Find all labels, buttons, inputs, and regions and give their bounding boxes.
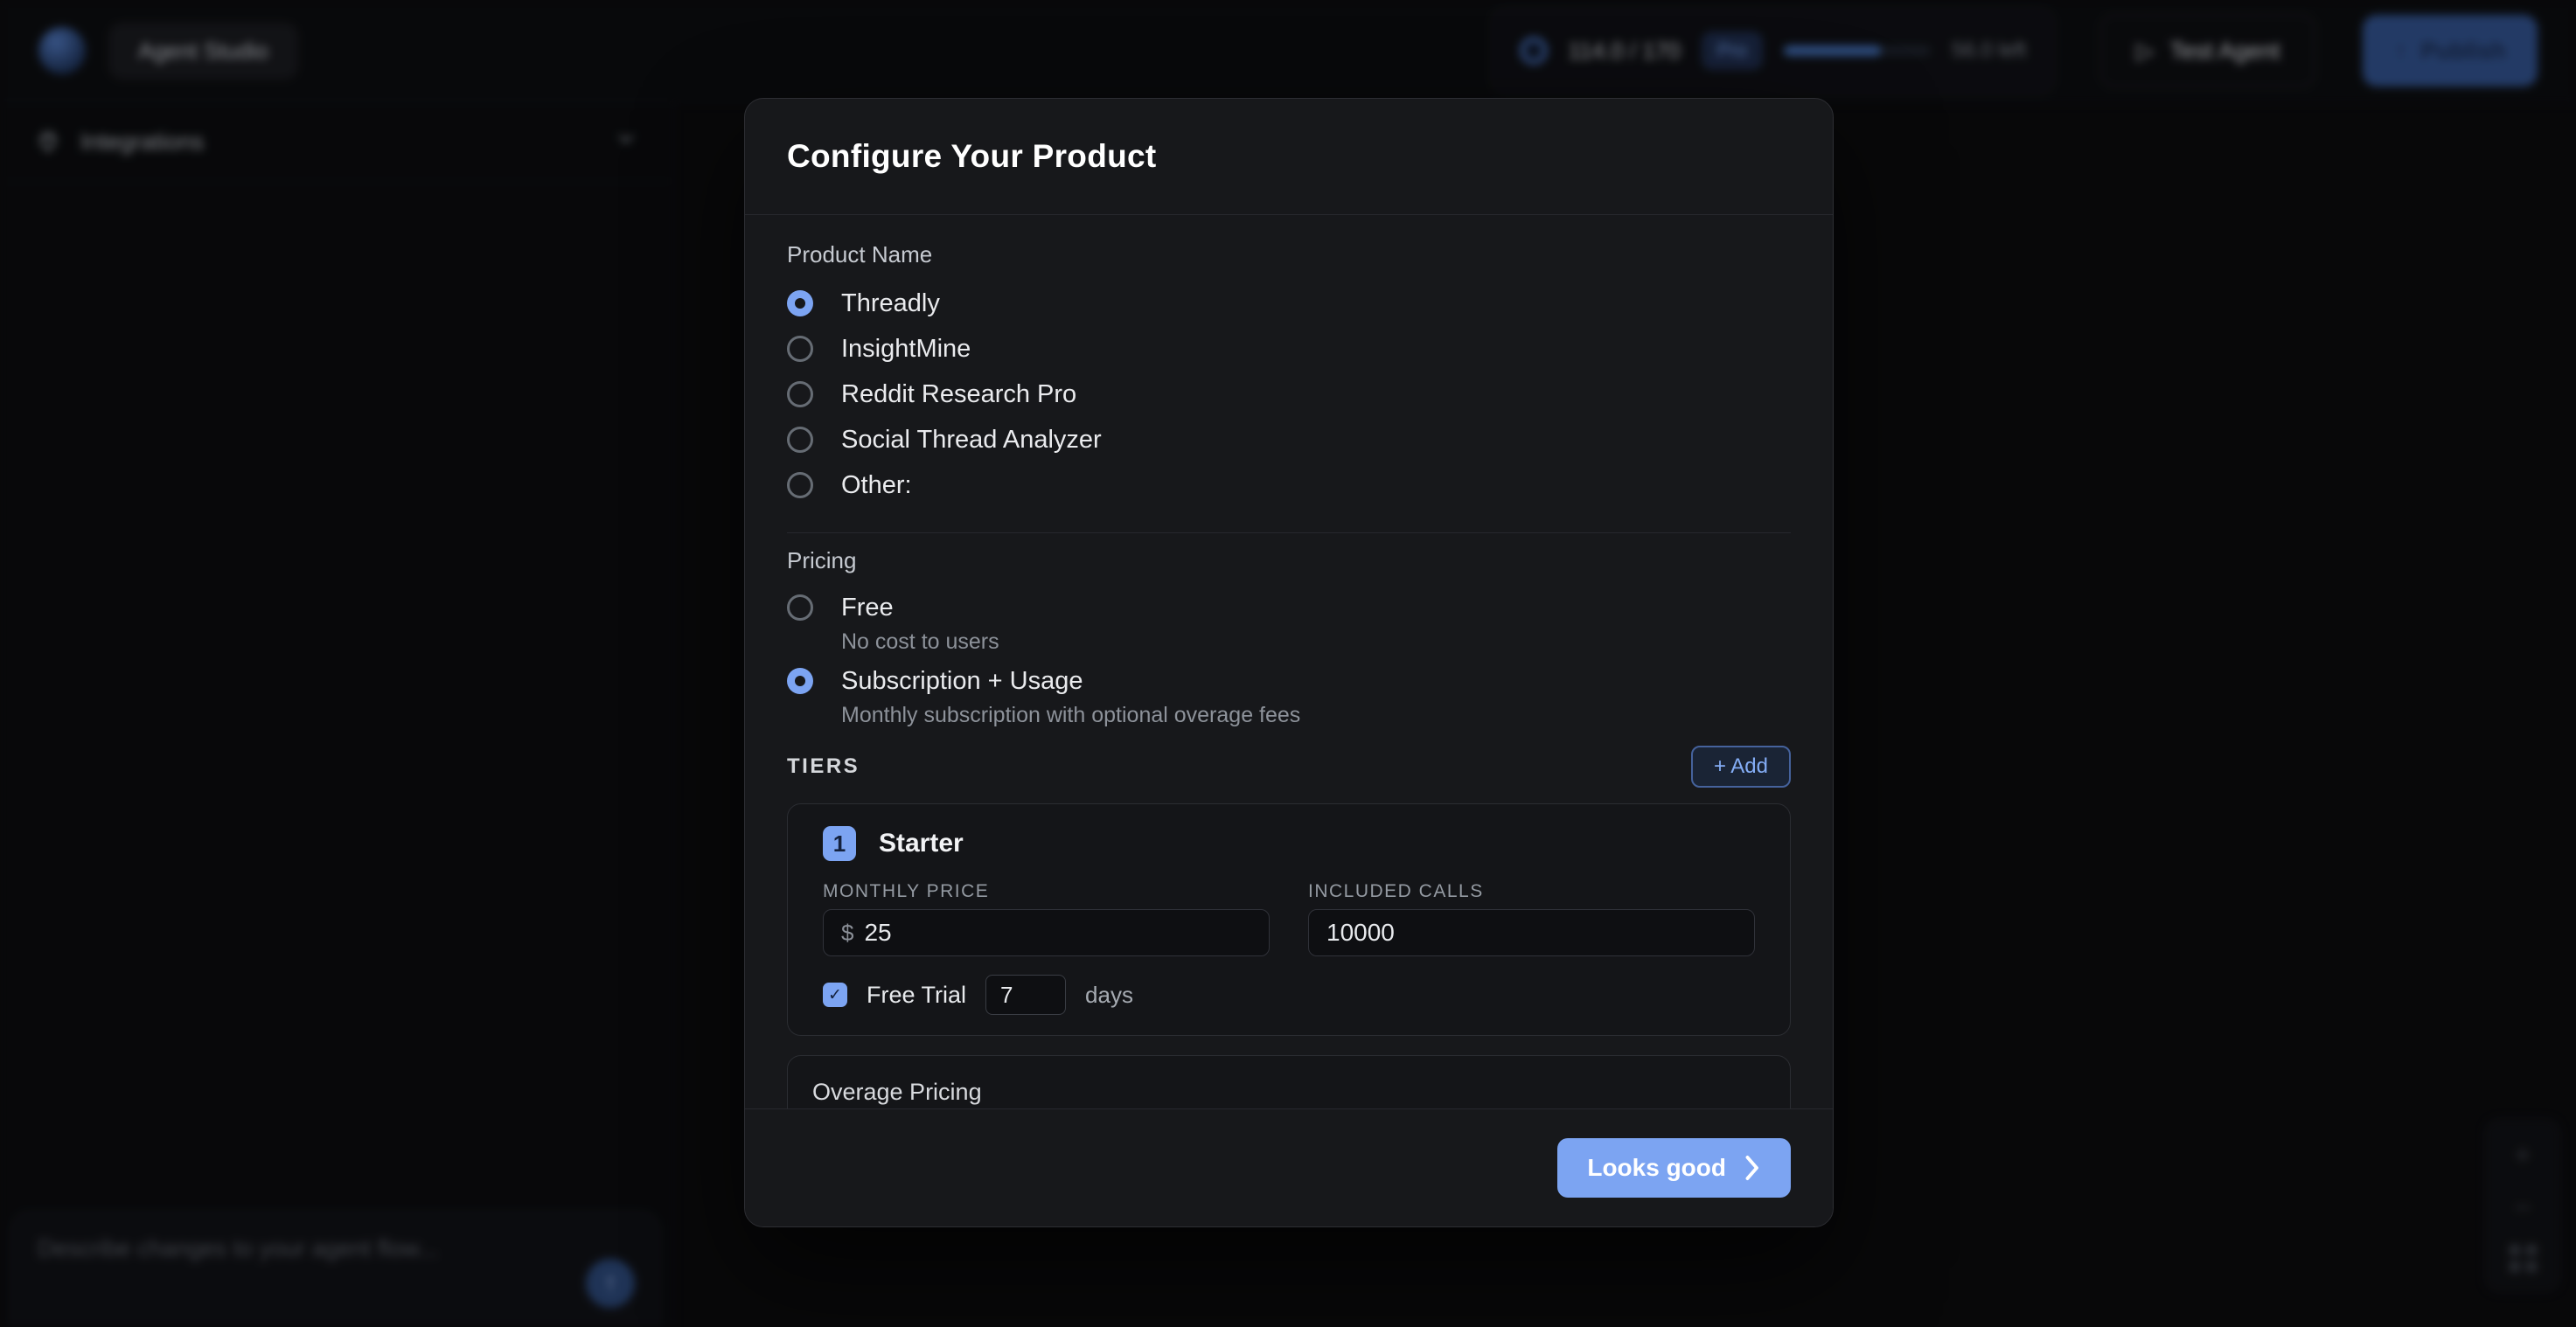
modal-body: Product Name Threadly InsightMine Reddit… xyxy=(745,215,1833,1108)
configure-product-modal: Configure Your Product Product Name Thre… xyxy=(744,98,1834,1227)
included-calls-label: INCLUDED CALLS xyxy=(1308,881,1755,902)
currency-prefix: $ xyxy=(841,920,853,947)
pricing-option-free[interactable]: Free No cost to users xyxy=(787,587,1791,655)
section-divider xyxy=(787,532,1791,533)
radio-icon[interactable] xyxy=(787,336,813,362)
radio-icon[interactable] xyxy=(787,594,813,621)
looks-good-button[interactable]: Looks good xyxy=(1557,1138,1791,1198)
product-option-reddit-research-pro[interactable]: Reddit Research Pro xyxy=(787,372,1791,417)
included-calls-input-wrap[interactable] xyxy=(1308,909,1755,956)
pricing-option-subscription-usage[interactable]: Subscription + Usage Monthly subscriptio… xyxy=(787,660,1791,728)
pricing-subscription-description: Monthly subscription with optional overa… xyxy=(841,702,1791,728)
days-label: days xyxy=(1085,982,1133,1009)
overage-pricing-title: Overage Pricing xyxy=(812,1079,1765,1106)
product-option-social-thread-analyzer[interactable]: Social Thread Analyzer xyxy=(787,417,1791,462)
radio-icon[interactable] xyxy=(787,427,813,453)
add-tier-button[interactable]: + Add xyxy=(1691,746,1791,789)
radio-icon[interactable] xyxy=(787,668,813,694)
product-option-insightmine[interactable]: InsightMine xyxy=(787,326,1791,372)
looks-good-label: Looks good xyxy=(1587,1154,1726,1182)
tiers-label: TIERS xyxy=(787,754,860,779)
product-option-threadly[interactable]: Threadly xyxy=(787,281,1791,326)
tier-name: Starter xyxy=(879,829,964,858)
radio-icon[interactable] xyxy=(787,472,813,498)
pricing-free-description: No cost to users xyxy=(841,629,1791,655)
free-trial-row: ✓ Free Trial days xyxy=(823,976,1755,1014)
modal-title: Configure Your Product xyxy=(787,138,1157,175)
tier-card-starter: 1 Starter MONTHLY PRICE $ INCLUDED CALLS xyxy=(787,803,1791,1036)
app-root: { "topbar": { "app_label": "Agent Studio… xyxy=(0,0,2576,1327)
included-calls-field-group: INCLUDED CALLS xyxy=(1308,881,1755,956)
product-option-other[interactable]: Other: xyxy=(787,462,1791,508)
monthly-price-field-group: MONTHLY PRICE $ xyxy=(823,881,1270,956)
pricing-label: Pricing xyxy=(787,547,1791,574)
free-trial-checkbox[interactable]: ✓ xyxy=(823,983,847,1007)
overage-pricing-card: Overage Pricing xyxy=(787,1055,1791,1108)
trial-days-input-wrap[interactable] xyxy=(985,975,1066,1015)
tier-number-badge: 1 xyxy=(823,826,856,861)
monthly-price-label: MONTHLY PRICE xyxy=(823,881,1270,902)
included-calls-input[interactable] xyxy=(1326,919,1737,947)
radio-icon[interactable] xyxy=(787,290,813,316)
free-trial-label: Free Trial xyxy=(867,982,966,1009)
product-name-label: Product Name xyxy=(787,241,1791,268)
monthly-price-input-wrap[interactable]: $ xyxy=(823,909,1270,956)
modal-footer: Looks good xyxy=(745,1108,1833,1226)
trial-days-input[interactable] xyxy=(1000,982,1051,1009)
chevron-right-icon xyxy=(1742,1155,1761,1181)
monthly-price-input[interactable] xyxy=(864,919,1251,947)
radio-icon[interactable] xyxy=(787,381,813,407)
modal-header: Configure Your Product xyxy=(745,99,1833,215)
tiers-header-row: TIERS + Add xyxy=(787,747,1791,786)
